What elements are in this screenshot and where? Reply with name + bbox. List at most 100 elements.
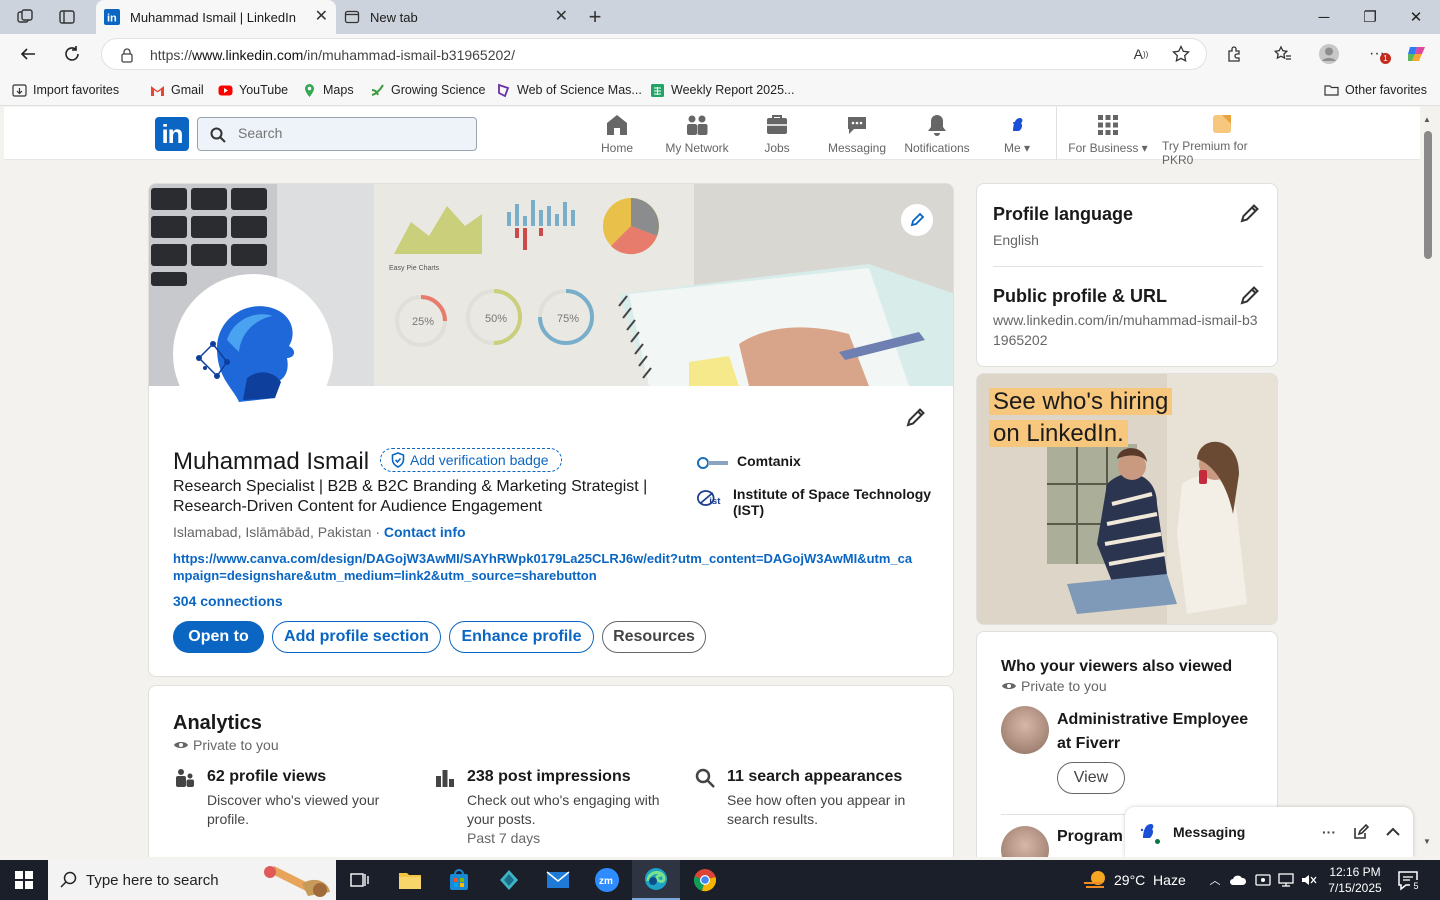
lock-icon[interactable] [120,47,134,63]
nav-jobs[interactable]: Jobs [735,113,819,157]
weather-haze-icon [1084,871,1105,888]
add-verification-badge-button[interactable]: Add verification badge [380,448,562,472]
weather-widget[interactable]: 29°C Haze [1082,869,1186,891]
viewer-avatar[interactable] [1001,706,1049,754]
nav-for-business[interactable]: For Business ▾ [1066,113,1150,157]
connections-link[interactable]: 304 connections [173,593,283,609]
favorite-gmail[interactable]: Gmail [150,81,204,99]
scrollbar-thumb[interactable] [1424,131,1432,259]
shield-check-icon [391,452,405,468]
messaging-label: Messaging [1173,824,1246,840]
import-icon [12,83,27,97]
meet-now-icon[interactable] [1254,871,1272,889]
nav-notifications[interactable]: Notifications [895,113,979,157]
close-window-icon[interactable]: ✕ [1393,0,1439,34]
compose-icon[interactable] [1351,822,1371,842]
add-profile-section-button[interactable]: Add profile section [272,621,441,653]
search-icon [60,871,77,888]
comtanix-logo-icon [697,457,728,469]
nav-messaging[interactable]: Messaging [815,113,899,157]
minimize-icon[interactable]: ─ [1301,0,1347,34]
refresh-icon[interactable] [60,42,84,66]
nav-try-premium[interactable]: Try Premium for PKR0 [1162,113,1282,167]
back-icon[interactable] [16,42,40,66]
viewer-name[interactable]: Administrative Employee at Fiverr [1057,708,1257,756]
windows-start-icon[interactable] [0,860,48,900]
tab-new-tab[interactable]: New tab ✕ [336,0,576,34]
nav-home[interactable]: Home [575,113,659,157]
banner-75-label: 75% [557,313,579,325]
copilot-icon[interactable] [1406,43,1428,65]
nav-me[interactable]: Me ▾ [975,113,1059,157]
favorites-list-icon[interactable] [1272,43,1294,65]
linkedin-favicon-icon: in [104,9,120,25]
edit-language-icon[interactable] [1239,202,1261,224]
hiring-ad-card[interactable]: See who's hiring on LinkedIn. [976,373,1278,625]
zoom-icon[interactable]: zm [583,860,631,900]
profile-website-link[interactable]: https://www.canva.com/design/DAGojW3AwMI… [173,550,913,584]
store-icon[interactable] [435,860,483,900]
chevron-up-icon[interactable] [1383,822,1403,842]
file-explorer-icon[interactable] [386,860,434,900]
people-icon [176,769,194,787]
tray-chevron-up-icon[interactable]: ︿ [1206,871,1224,889]
contact-info-link[interactable]: Contact info [384,524,466,540]
view-button[interactable]: View [1057,762,1125,794]
enhance-profile-button[interactable]: Enhance profile [449,621,594,653]
tab-actions-icon[interactable] [56,6,78,28]
nav-my-network[interactable]: My Network [655,113,739,157]
org-comtanix[interactable]: Comtanix [697,453,801,473]
profile-avatar-icon[interactable] [1318,43,1340,65]
network-icon[interactable] [1277,871,1295,889]
tab-linkedin[interactable]: in Muhammad Ismail | LinkedIn ✕ [96,0,336,34]
favorite-import[interactable]: Import favorites [12,81,119,99]
search-box[interactable] [197,117,477,151]
favorite-weekly-report[interactable]: Weekly Report 2025... [650,81,794,99]
chrome-icon[interactable] [681,860,729,900]
linkedin-logo-icon[interactable]: in [155,117,189,151]
favorite-web-of-science[interactable]: Web of Science Mas... [496,81,642,99]
extensions-icon[interactable] [1224,43,1246,65]
analytics-card: Analytics Private to you 62 profile view… [148,685,954,857]
workspaces-icon[interactable] [14,6,36,28]
page-scrollbar[interactable]: ▲ ▼ [1420,107,1440,857]
mail-icon[interactable] [534,860,582,900]
onedrive-cloud-icon[interactable] [1229,871,1247,889]
org-ist[interactable]: ist Institute of Space Technology (IST) [697,486,937,518]
favorite-growing-science[interactable]: Growing Science [370,81,486,99]
search-input[interactable] [238,125,458,141]
close-tab-icon[interactable]: ✕ [555,9,568,25]
resources-button[interactable]: Resources [602,621,706,653]
favorite-star-icon[interactable] [1170,43,1192,65]
system-clock[interactable]: 12:16 PM 7/15/2025 [1323,864,1387,896]
edit-public-url-icon[interactable] [1239,284,1261,306]
viewer-name[interactable]: Program [1057,828,1123,846]
viewer-avatar[interactable] [1001,826,1049,857]
profile-avatar[interactable] [173,274,333,434]
edge-browser-icon[interactable] [632,860,680,900]
maximize-icon[interactable]: ❐ [1347,0,1393,34]
bar-chart-icon [436,770,454,787]
task-view-icon[interactable] [336,860,384,900]
ad-headline: See who's hiring on LinkedIn. [989,386,1173,450]
url-field[interactable]: https://www.linkedin.com/in/muhammad-ism… [101,38,1207,70]
favorite-maps[interactable]: Maps [302,81,354,99]
close-tab-icon[interactable]: ✕ [315,9,328,25]
taskbar-search-box[interactable]: Type here to search [48,860,336,900]
edit-banner-button[interactable] [901,204,933,236]
edit-intro-icon[interactable] [905,406,927,428]
favorite-other[interactable]: Other favorites [1324,81,1427,99]
app-icon[interactable] [485,860,533,900]
new-tab-plus-icon[interactable]: + [584,4,606,29]
favorites-bar: Import favorites Gmail YouTube Maps Grow… [0,74,1440,106]
volume-muted-icon[interactable] [1300,871,1318,889]
more-options-icon[interactable]: ··· [1319,822,1339,842]
favorite-youtube[interactable]: YouTube [218,81,288,99]
read-aloud-icon[interactable]: A)) [1130,43,1152,65]
scroll-up-icon[interactable]: ▲ [1423,115,1431,124]
messaging-dock[interactable]: Messaging ··· [1125,807,1413,857]
open-to-button[interactable]: Open to [173,621,264,653]
notification-center-icon[interactable]: 5 [1396,868,1422,892]
eye-icon [1002,683,1016,689]
scroll-down-icon[interactable]: ▼ [1423,837,1431,846]
